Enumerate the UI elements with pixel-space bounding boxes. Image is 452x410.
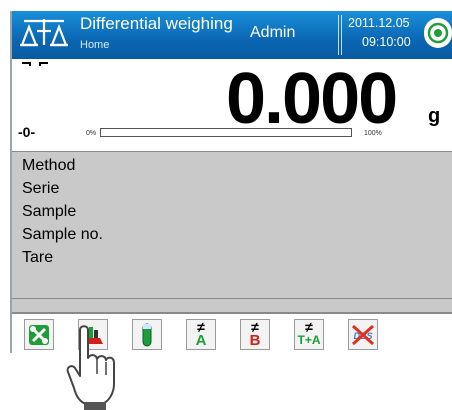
header-divider xyxy=(338,15,339,55)
progress-min-label: 0% xyxy=(86,130,97,137)
differential-a-button[interactable]: ≠ A xyxy=(186,319,216,350)
weight-unit[interactable]: g xyxy=(428,105,440,128)
info-row-tare: Tare xyxy=(22,249,54,266)
info-row-method: Method xyxy=(22,157,76,174)
time-display: 09:10:00 xyxy=(362,35,411,49)
app-title: Differential weighing xyxy=(80,14,233,33)
breadcrumb: Home xyxy=(80,39,110,51)
button-letter: A xyxy=(195,332,207,349)
differential-tare-a-button[interactable]: ≠ T+A xyxy=(294,319,324,350)
differential-b-button[interactable]: ≠ B xyxy=(240,319,270,350)
test-tube-icon xyxy=(142,323,152,346)
tools-settings-icon xyxy=(29,324,49,345)
balance-scale-icon[interactable] xyxy=(18,17,70,51)
info-panel: Method Serie Sample Sample no. Tare xyxy=(12,151,452,298)
capacity-progress-bar xyxy=(100,128,352,137)
differential-a-icon: ≠ A xyxy=(195,320,207,349)
pointing-hand-icon xyxy=(66,325,115,410)
date-display: 2011.12.05 xyxy=(348,16,410,30)
info-row-serie: Serie xyxy=(22,180,60,197)
not-equal-symbol: ≠ xyxy=(305,319,313,335)
button-letter: B xyxy=(249,332,261,349)
test-tube-button[interactable] xyxy=(132,319,162,350)
header-bar: Differential weighing Home Admin 2011.12… xyxy=(12,11,452,59)
zero-indicator: -0- xyxy=(18,124,36,140)
terminal-screen: Differential weighing Home Admin 2011.12… xyxy=(10,11,452,353)
info-strip xyxy=(12,298,452,314)
progress-max-label: 100% xyxy=(364,130,382,137)
differential-tare-a-icon: ≠ T+A xyxy=(297,319,321,348)
database-button[interactable]: DBS xyxy=(348,319,378,350)
weighing-display: -0- 0.000 g 0% 100% xyxy=(12,59,452,151)
info-row-sample-no: Sample no. xyxy=(22,226,103,243)
info-row-sample: Sample xyxy=(22,203,77,220)
differential-b-icon: ≠ B xyxy=(249,320,261,349)
button-letter: T+A xyxy=(297,333,321,347)
header-divider xyxy=(341,15,342,55)
database-disabled-icon: DBS xyxy=(351,324,375,345)
status-indicator-icon[interactable] xyxy=(424,18,452,48)
user-name[interactable]: Admin xyxy=(250,24,295,42)
settings-button[interactable] xyxy=(24,319,54,350)
stability-marker-icon xyxy=(22,62,48,66)
